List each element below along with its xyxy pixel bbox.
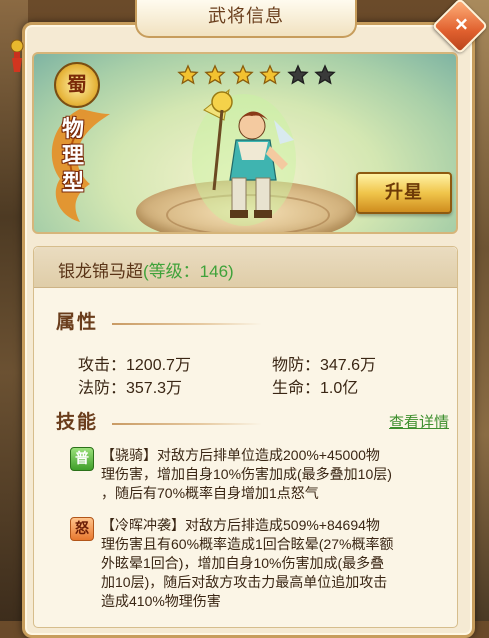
tassel-charm-icon	[10, 39, 24, 72]
hero-showcase: 蜀 物 理 型 升星	[32, 52, 458, 234]
star-empty-icon	[314, 64, 336, 85]
hero-name: 银龙锦马超(等级：146)	[58, 257, 234, 282]
attributes-divider	[112, 323, 262, 325]
view-details-link[interactable]: 查看详情	[389, 411, 449, 432]
rage-skill-description: 【冷晖冲袭】对敌方后排造成509%+84694物 理伤害且有60%概率造成1回合…	[101, 517, 394, 609]
skills-heading: 技能	[56, 411, 99, 433]
stat-attack: 攻击：1200.7万	[78, 357, 191, 374]
skills-divider	[112, 423, 262, 425]
normal-skill-description: 【骁骑】对敌方后排单位造成200%+45000物 理伤害，增加自身10%伤害加成…	[101, 447, 392, 501]
close-icon: ×	[454, 11, 468, 37]
hero-name-bar: 银龙锦马超(等级：146)	[34, 247, 457, 288]
attributes-heading: 属性	[56, 311, 99, 333]
rage-skill-badge: 怒	[70, 517, 94, 541]
stat-hp: 生命：1.0亿	[272, 380, 359, 397]
window-title: 武将信息	[135, 0, 357, 38]
upgrade-star-button[interactable]: 升星	[356, 172, 452, 214]
hero-portrait-icon	[192, 88, 296, 226]
stat-physical-defense: 物防：347.6万	[272, 357, 377, 374]
hero-level: (等级：146)	[143, 262, 234, 281]
faction-badge: 蜀	[54, 62, 100, 108]
normal-skill-badge: 普	[70, 447, 94, 471]
hero-type-label: 物 理 型	[62, 116, 85, 196]
stat-magic-defense: 法防：357.3万	[78, 380, 183, 397]
hero-detail-card: 银龙锦马超(等级：146) 属性 攻击：1200.7万 物防：347.6万 法防…	[33, 246, 458, 628]
hero-name-text: 银龙锦马超	[58, 262, 143, 281]
